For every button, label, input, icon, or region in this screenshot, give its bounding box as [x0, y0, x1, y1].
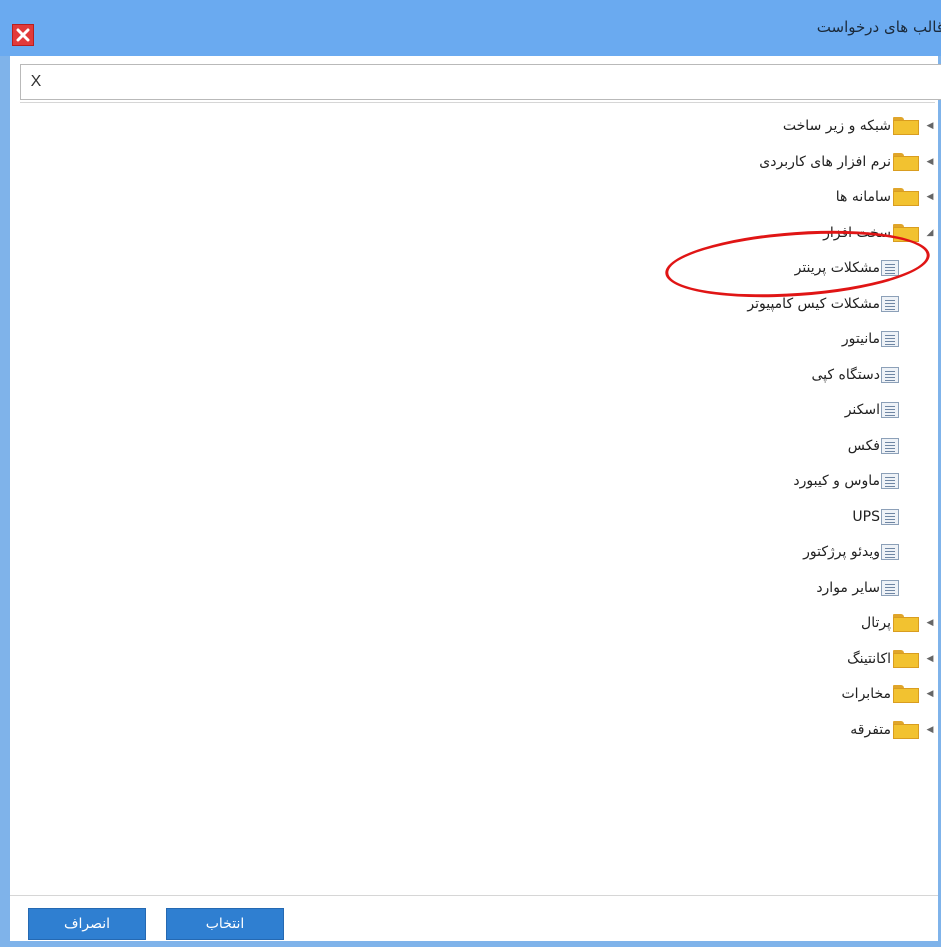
- tree-folder[interactable]: مخابرات ◀: [842, 680, 941, 708]
- search-input[interactable]: [51, 66, 941, 98]
- close-icon: [16, 28, 30, 42]
- tree-item-label: سایر موارد: [816, 579, 880, 596]
- folder-icon: [893, 685, 919, 703]
- folder-icon: [893, 188, 919, 206]
- footer-bar: انصراف انتخاب: [10, 895, 938, 942]
- collapsed-arrow-icon[interactable]: ◀: [919, 192, 941, 202]
- tree-item-label: مخابرات: [841, 686, 892, 702]
- tree-item-label: شبکه و زیر ساخت: [782, 118, 891, 134]
- collapsed-arrow-icon[interactable]: ◀: [919, 618, 941, 628]
- tree-folder[interactable]: سخت افزار ◢: [823, 219, 941, 247]
- tree-leaf-item[interactable]: مانیتور: [842, 325, 899, 353]
- tree-leaf-item[interactable]: ماوس و کیبورد: [793, 467, 899, 495]
- tree-item-label: ویدئو پرژکتور: [803, 544, 880, 560]
- expanded-arrow-icon[interactable]: ◢: [919, 228, 941, 238]
- tree-leaf-item[interactable]: مشکلات پرینتر: [795, 254, 899, 282]
- tree-folder[interactable]: پرتال ◀: [861, 609, 941, 637]
- folder-icon: [893, 649, 919, 668]
- document-icon: [881, 402, 899, 418]
- folder-icon: [893, 223, 919, 242]
- document-icon: [881, 579, 899, 596]
- collapsed-arrow-icon[interactable]: ◀: [919, 689, 941, 699]
- tree-item-label: دستگاه کپی: [811, 366, 880, 383]
- tree-item-label: ماوس و کیبورد: [793, 473, 880, 489]
- tree-leaf-item[interactable]: اسکنر: [845, 396, 899, 424]
- tree-leaf-item[interactable]: UPS: [852, 503, 899, 531]
- tree-item-label: پرتال: [861, 615, 891, 631]
- dialog-title: قالب های درخواست: [816, 18, 941, 36]
- folder-icon: [893, 117, 919, 135]
- tree-folder[interactable]: متفرقه ◀: [850, 716, 941, 744]
- tree-item-label: فکس: [847, 437, 880, 454]
- collapsed-arrow-icon[interactable]: ◀: [919, 654, 941, 664]
- tree-item-label: اسکنر: [844, 402, 880, 418]
- document-icon: [881, 473, 899, 489]
- title-bar[interactable]: قالب های درخواست: [0, 0, 941, 56]
- document-icon: [881, 544, 899, 560]
- request-template-dialog: قالب های درخواست X شبکه و زیر ساخت ◀ نرم ا…: [0, 0, 941, 947]
- collapsed-arrow-icon[interactable]: ◀: [919, 157, 941, 167]
- tree-folder[interactable]: شبکه و زیر ساخت ◀: [783, 112, 941, 140]
- collapsed-arrow-icon[interactable]: ◀: [919, 725, 941, 735]
- search-bar: X: [20, 64, 941, 100]
- clear-search-button[interactable]: X: [21, 65, 51, 99]
- tree-leaf-item[interactable]: فکس: [848, 432, 899, 460]
- tree-leaf-item[interactable]: دستگاه کپی: [811, 361, 899, 389]
- tree-item-label: مانیتور: [841, 331, 880, 347]
- tree-folder[interactable]: نرم افزار های کاربردی ◀: [759, 148, 941, 176]
- tree-leaf-item[interactable]: سایر موارد: [816, 574, 899, 602]
- document-icon: [881, 331, 899, 347]
- tree-item-label: اکانتینگ: [847, 650, 891, 667]
- document-icon: [881, 295, 899, 312]
- tree-leaf-item[interactable]: مشکلات کیس کامپیوتر: [747, 290, 899, 318]
- tree-item-label: مشکلات کیس کامپیوتر: [747, 295, 880, 312]
- tree-item-label: نرم افزار های کاربردی: [759, 153, 891, 170]
- collapsed-arrow-icon[interactable]: ◀: [919, 121, 941, 131]
- tree-item-label: UPS: [852, 508, 880, 525]
- tree-leaf-item[interactable]: ویدئو پرژکتور: [803, 538, 899, 566]
- document-icon: [881, 508, 899, 525]
- tree-item-label: سامانه ها: [835, 189, 891, 205]
- folder-icon: [893, 614, 919, 632]
- folder-icon: [893, 152, 919, 171]
- close-button[interactable]: [12, 24, 34, 46]
- divider: [20, 102, 935, 103]
- tree-folder[interactable]: سامانه ها ◀: [836, 183, 941, 211]
- select-button[interactable]: انتخاب: [166, 908, 284, 940]
- folder-icon: [893, 720, 919, 739]
- document-icon: [881, 366, 899, 383]
- tree-folder[interactable]: اکانتینگ ◀: [847, 645, 941, 673]
- tree-item-label: مشکلات پرینتر: [794, 260, 880, 276]
- cancel-button[interactable]: انصراف: [28, 908, 146, 940]
- document-icon: [881, 260, 899, 276]
- document-icon: [881, 437, 899, 454]
- tree-item-label: سخت افزار: [823, 224, 891, 241]
- tree-item-label: متفرقه: [850, 721, 891, 738]
